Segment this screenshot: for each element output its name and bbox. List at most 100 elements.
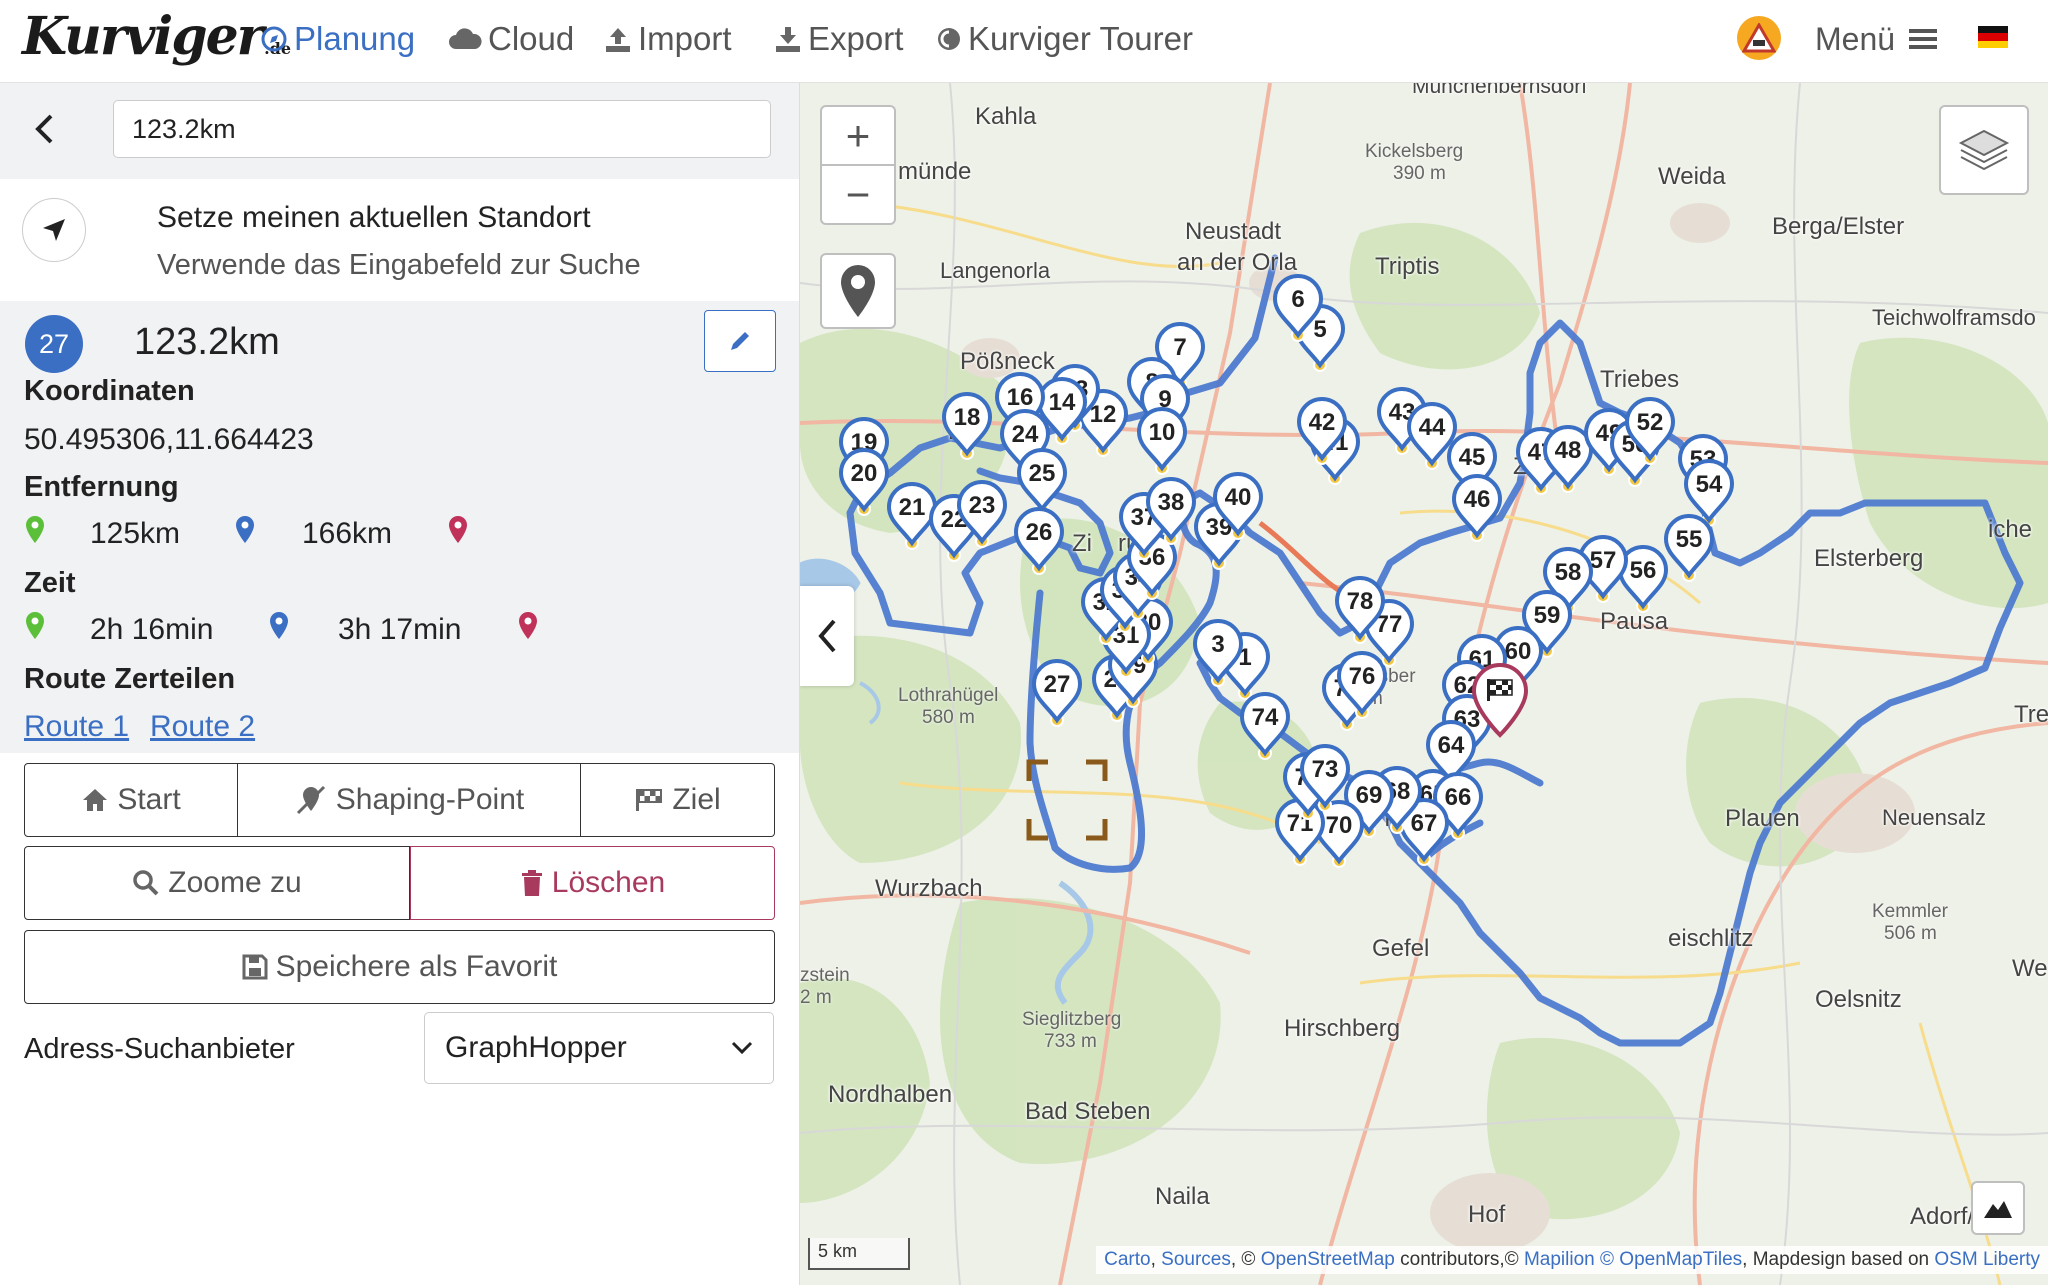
waypoint-marker[interactable]: 25 [1016, 448, 1068, 516]
search-input[interactable] [113, 100, 771, 158]
nav-planung[interactable]: Planung [260, 14, 415, 64]
mapilion-link[interactable]: Mapilion [1524, 1249, 1595, 1270]
shaping-point-button[interactable]: Shaping-Point [238, 763, 581, 837]
menu-button[interactable]: Menü [1815, 14, 1938, 64]
search-icon [132, 869, 160, 897]
waypoint-marker-label: 59 [1534, 602, 1561, 629]
waypoint-marker[interactable]: 74 [1239, 692, 1291, 760]
waypoint-marker-label: 6 [1291, 286, 1304, 313]
warning-icon[interactable] [1737, 16, 1781, 60]
nav-import[interactable]: Import [604, 14, 732, 64]
location-arrow-icon [43, 219, 65, 241]
elevation-button[interactable] [1971, 1181, 2025, 1235]
kurviger-logo[interactable]: Kurviger .de [22, 6, 291, 67]
waypoint-marker-label: 25 [1029, 460, 1056, 487]
nav-cloud[interactable]: Cloud [448, 14, 574, 64]
zoom-to-button[interactable]: Zoome zu [24, 846, 410, 920]
waypoint-marker[interactable]: 55 [1663, 514, 1715, 582]
waypoint-marker[interactable]: 20 [838, 448, 890, 516]
locate-subtitle: Verwende das Eingabefeld zur Suche [157, 249, 641, 281]
waypoint-marker[interactable]: 27 [1031, 659, 1083, 727]
compass-icon [260, 25, 288, 53]
waypoint-marker-label: 46 [1464, 486, 1491, 513]
time-to-end: 3h 17min [338, 613, 462, 646]
split-route-label: Route Zerteilen [24, 663, 236, 695]
waypoint-pin-icon [270, 612, 288, 639]
location-pin-button[interactable] [820, 253, 896, 329]
waypoint-pin-icon [236, 516, 254, 543]
waypoint-marker[interactable]: 48 [1542, 425, 1594, 493]
end-pin-icon [449, 516, 467, 543]
nav-export[interactable]: Export [774, 14, 903, 64]
waypoint-info: 27 123.2km Koordinaten 50.495306,11.6644… [0, 301, 799, 753]
waypoint-marker[interactable]: 10 [1136, 407, 1188, 475]
waypoint-marker-label: 45 [1459, 444, 1486, 471]
waypoint-marker[interactable]: 71 [1274, 798, 1326, 866]
locate-row: Setze meinen aktuellen Standort Verwende… [0, 179, 799, 301]
waypoint-marker-label: 14 [1049, 389, 1076, 416]
top-bar: Kurviger .de Planung Cloud Import Export … [0, 0, 2048, 83]
upload-icon [604, 25, 632, 53]
chevron-left-icon [35, 114, 53, 144]
sources-link[interactable]: Sources [1161, 1249, 1231, 1270]
edit-button[interactable] [704, 310, 776, 372]
waypoint-marker[interactable]: 70 [1313, 800, 1365, 868]
waypoint-marker-label: 38 [1158, 489, 1185, 516]
waypoint-marker[interactable]: 18 [941, 392, 993, 460]
route-1-link[interactable]: Route 1 [24, 710, 129, 744]
route-2-link[interactable]: Route 2 [150, 710, 255, 744]
end-pin-icon [519, 612, 537, 639]
ziel-button[interactable]: Ziel [581, 763, 775, 837]
home-icon [81, 787, 109, 813]
waypoint-marker-label: 67 [1411, 810, 1438, 837]
waypoint-marker-label: 5 [1313, 316, 1326, 343]
locate-button[interactable] [22, 198, 86, 262]
locate-title[interactable]: Setze meinen aktuellen Standort [157, 201, 591, 235]
distance-to-end: 166km [302, 517, 393, 550]
point-type-buttons: Start Shaping-Point Ziel [24, 763, 775, 837]
pencil-icon [731, 332, 749, 350]
german-flag-icon[interactable] [1978, 26, 2008, 48]
zoom-in-button[interactable]: + [820, 105, 896, 166]
provider-select[interactable]: GraphHopper [424, 1012, 774, 1084]
waypoint-marker-label: 66 [1445, 784, 1472, 811]
waypoint-marker-label: 60 [1505, 638, 1532, 665]
search-area [0, 83, 799, 179]
waypoint-marker-label: 52 [1637, 409, 1664, 436]
waypoint-marker-label: 27 [1044, 671, 1071, 698]
waypoint-marker-label: 57 [1590, 547, 1617, 574]
carto-link[interactable]: Carto [1104, 1249, 1150, 1270]
osm-link[interactable]: OpenStreetMap [1261, 1249, 1395, 1270]
waypoint-marker-label: 3 [1211, 631, 1224, 658]
provider-label: Adress-Suchanbieter [24, 1033, 295, 1065]
collapse-panel-button[interactable] [800, 586, 854, 686]
download-icon [774, 25, 802, 53]
waypoint-marker-label: 44 [1419, 414, 1446, 441]
nav-kurviger-tourer[interactable]: Kurviger Tourer [936, 14, 1193, 64]
delete-button[interactable]: Löschen [410, 846, 775, 920]
zoom-out-button[interactable]: − [820, 164, 896, 225]
save-favorite-button[interactable]: Speichere als Favorit [24, 930, 775, 1004]
waypoint-marker-label: 42 [1309, 409, 1336, 436]
start-pin-icon [26, 612, 44, 639]
waypoint-marker[interactable]: 26 [1013, 507, 1065, 575]
time-label: Zeit [24, 567, 76, 599]
waypoint-marker[interactable]: 21 [886, 482, 938, 550]
start-button[interactable]: Start [24, 763, 238, 837]
finish-flag-marker-icon[interactable] [1470, 663, 1530, 739]
waypoint-marker-label: 10 [1149, 419, 1176, 446]
waypoint-marker[interactable]: 46 [1451, 474, 1503, 542]
layers-button[interactable] [1939, 105, 2029, 195]
openmaptiles-link[interactable]: © OpenMapTiles [1600, 1249, 1742, 1270]
map-view[interactable]: Kahla münde Münchenbernsdorf Weida Neust… [800, 83, 2048, 1285]
back-button[interactable] [22, 107, 66, 151]
waypoint-marker-label: 74 [1252, 704, 1279, 731]
osm-liberty-link[interactable]: OSM Liberty [1934, 1249, 2040, 1270]
waypoint-marker-label: 56 [1630, 557, 1657, 584]
waypoint-marker-label: 16 [1007, 384, 1034, 411]
waypoint-marker-label: 26 [1026, 519, 1053, 546]
floppy-disk-icon [242, 954, 268, 980]
layers-icon [1958, 129, 2010, 171]
action-buttons: Zoome zu Löschen [24, 846, 775, 920]
waypoint-marker-label: 48 [1555, 437, 1582, 464]
